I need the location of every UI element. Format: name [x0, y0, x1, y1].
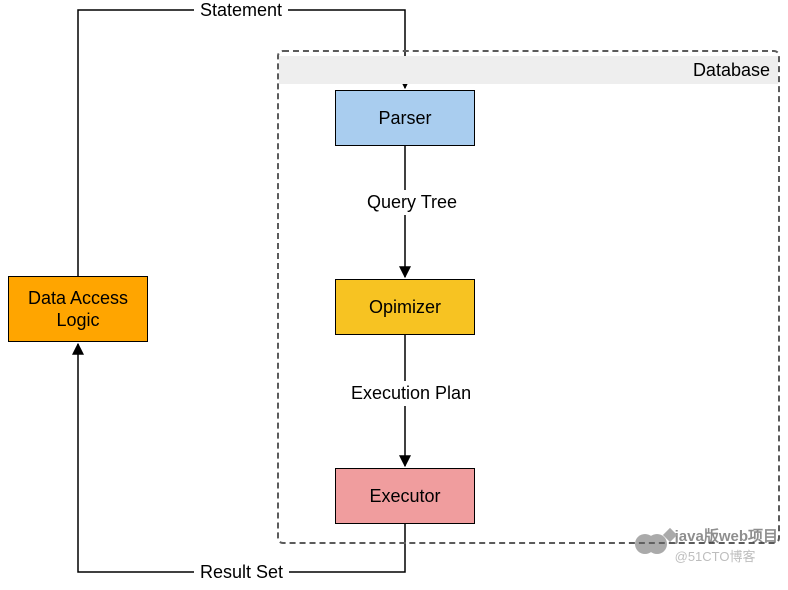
result-set-edge-label: Result Set [194, 560, 289, 585]
execution-plan-edge-label: Execution Plan [345, 381, 477, 406]
executor-box: Executor [335, 468, 475, 524]
statement-edge-label: Statement [194, 0, 288, 23]
watermark-line2: @51CTO博客 [675, 546, 778, 565]
watermark: java版web项目 @51CTO博客 [635, 525, 778, 565]
data-access-label: Data Access Logic [28, 287, 128, 332]
optimizer-box: Opimizer [335, 279, 475, 335]
query-tree-edge-label: Query Tree [361, 190, 463, 215]
executor-label: Executor [369, 485, 440, 508]
parser-box: Parser [335, 90, 475, 146]
database-title: Database [279, 56, 778, 84]
wechat-icon [635, 530, 669, 560]
watermark-line1: java版web项目 [675, 525, 778, 546]
parser-label: Parser [378, 107, 431, 130]
optimizer-label: Opimizer [369, 296, 441, 319]
data-access-logic-box: Data Access Logic [8, 276, 148, 342]
